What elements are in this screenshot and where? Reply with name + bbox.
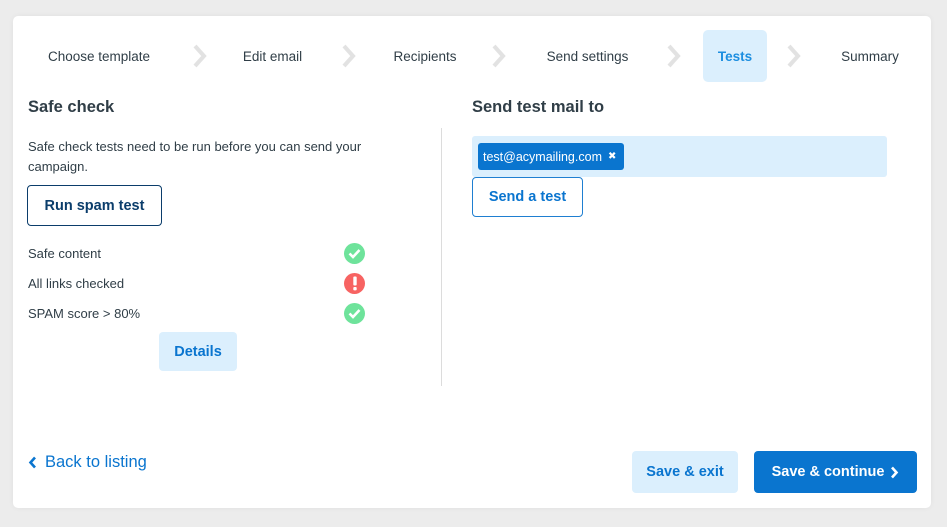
run-spam-test-button[interactable]: Run spam test [27,185,162,226]
chevron-right-icon [784,43,804,69]
exclamation-circle-icon [344,273,365,294]
test-recipients-input[interactable]: test@acymailing.com ✖ [472,136,887,177]
step-label: Summary [841,48,899,64]
check-label: All links checked [28,276,125,291]
check-row-spam-score: SPAM score > 80% [28,303,365,325]
check-circle-icon [344,243,365,264]
step-label: Recipients [393,48,457,64]
save-continue-label: Save & continue [771,464,885,480]
campaign-stepper: Choose template Edit email Recipients Se… [13,30,931,82]
step-tests[interactable]: Tests [703,30,767,82]
save-continue-button[interactable]: Save & continue [754,451,917,493]
step-send-settings[interactable]: Send settings [530,30,645,82]
panel-divider [441,128,442,386]
send-test-button[interactable]: Send a test [472,177,583,217]
back-label: Back to listing [45,453,147,471]
chevron-right-icon [664,43,684,69]
step-choose-template[interactable]: Choose template [29,30,169,82]
chevron-right-icon [891,466,899,478]
step-edit-email[interactable]: Edit email [225,30,320,82]
check-circle-icon [344,303,365,324]
check-label: SPAM score > 80% [28,306,141,321]
check-row-links: All links checked [28,273,365,295]
back-to-listing-link[interactable]: Back to listing [28,453,147,472]
step-label: Edit email [242,48,303,64]
email-tag-label: test@acymailing.com [483,149,602,164]
chevron-left-icon [28,456,36,469]
step-summary[interactable]: Summary [825,30,915,82]
step-label: Tests [717,48,753,64]
chevron-right-icon [339,43,359,69]
step-label: Send settings [546,48,629,64]
step-label: Choose template [47,48,151,64]
chevron-right-icon [489,43,509,69]
step-recipients[interactable]: Recipients [375,30,475,82]
save-exit-button[interactable]: Save & exit [632,451,738,493]
check-row-safe-content: Safe content [28,243,365,265]
email-tag: test@acymailing.com ✖ [478,143,625,170]
check-label: Safe content [28,246,101,261]
chevron-right-icon [190,43,210,69]
details-button[interactable]: Details [159,332,237,371]
safe-check-title: Safe check [28,98,115,116]
safe-check-description: Safe check tests need to be run before y… [28,139,362,174]
remove-tag-icon[interactable]: ✖ [608,151,616,162]
campaign-card: Choose template Edit email Recipients Se… [13,16,931,508]
send-test-title: Send test mail to [472,98,605,116]
